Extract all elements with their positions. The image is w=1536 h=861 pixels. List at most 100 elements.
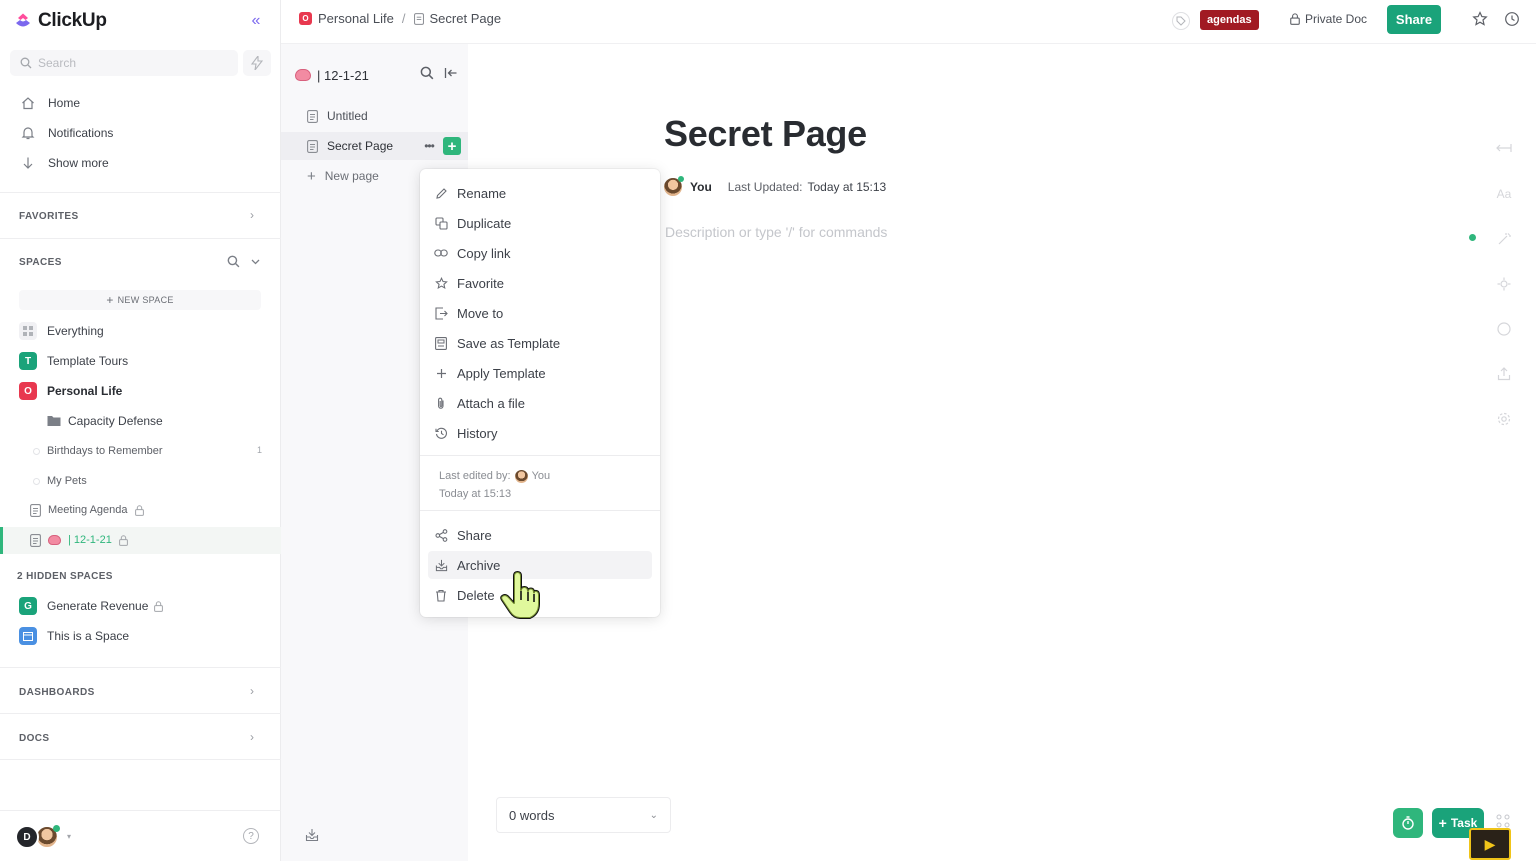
editor-avatar (514, 469, 528, 483)
favorites-header[interactable]: FAVORITES (19, 211, 79, 222)
menu-item-archive[interactable]: Archive (428, 551, 652, 579)
doc-icon (307, 139, 318, 153)
template-icon (434, 336, 448, 350)
hidden-spaces-header[interactable]: 2 HIDDEN SPACES (17, 571, 113, 582)
sidebar-search-input[interactable] (38, 56, 218, 70)
export-icon[interactable] (1494, 364, 1514, 384)
doc-icon (413, 12, 424, 25)
menu-item-delete[interactable]: Delete (428, 581, 652, 609)
space-label: Generate Revenue (47, 599, 149, 613)
typography-icon[interactable]: Aa (1494, 184, 1514, 204)
lock-icon (118, 534, 128, 546)
archive-icon (434, 558, 448, 572)
doc-body-placeholder[interactable]: Description or type '/' for commands (665, 224, 887, 240)
spaces-search-icon[interactable] (227, 255, 240, 268)
dashboards-header[interactable]: DASHBOARDS (19, 687, 95, 698)
breadcrumb-space[interactable]: Personal Life (318, 11, 394, 26)
lock-icon (154, 600, 164, 612)
breadcrumb-page[interactable]: Secret Page (430, 11, 502, 26)
menu-item-apply-template[interactable]: Apply Template (428, 359, 652, 387)
doc-12-1-21[interactable]: | 12-1-21 (30, 530, 128, 550)
space-generate-revenue[interactable]: G Generate Revenue (19, 596, 164, 616)
word-count-dropdown[interactable]: 0 words ⌄ (496, 797, 671, 833)
gear-icon[interactable] (1494, 409, 1514, 429)
chevron-right-icon[interactable]: › (250, 208, 254, 222)
arrow-down-icon (20, 155, 36, 171)
list-count: 1 (257, 445, 263, 455)
menu-item-move-to[interactable]: Move to (428, 299, 652, 327)
chevron-right-icon[interactable]: › (250, 730, 254, 744)
space-this-is-a-space[interactable]: This is a Space (19, 626, 129, 646)
updated-label: Last Updated: (727, 180, 803, 194)
user-avatar[interactable]: D (15, 825, 39, 849)
history-icon[interactable] (1504, 11, 1520, 27)
quick-actions-button[interactable] (243, 50, 271, 76)
menu-item-attach-file[interactable]: Attach a file (428, 389, 652, 417)
spaces-header[interactable]: SPACES (19, 257, 62, 268)
presence-dot (1469, 234, 1476, 241)
collapse-panel-icon[interactable] (444, 66, 458, 80)
space-everything[interactable]: Everything (19, 321, 104, 341)
space-personal-life[interactable]: O Personal Life (19, 381, 122, 401)
width-toggle-icon[interactable] (1494, 138, 1514, 158)
folder-icon (47, 416, 61, 426)
page-title[interactable]: Secret Page (664, 113, 867, 155)
author-name: You (690, 180, 712, 194)
folder-capacity-defense[interactable]: Capacity Defense (47, 411, 163, 431)
tag-icon[interactable] (1172, 12, 1190, 30)
help-icon[interactable]: ? (243, 828, 259, 844)
star-icon[interactable] (1472, 11, 1488, 27)
doc-title-label: | 12-1-21 (317, 67, 369, 83)
tag-badge[interactable]: agendas (1200, 10, 1259, 30)
page-untitled[interactable]: Untitled (281, 102, 468, 130)
privacy-toggle[interactable]: Private Doc (1290, 12, 1367, 26)
space-avatar: O (299, 12, 312, 25)
add-subpage-button[interactable]: + (443, 137, 461, 155)
comment-icon[interactable] (1494, 319, 1514, 339)
space-label: This is a Space (47, 629, 130, 643)
nav-home[interactable]: Home (20, 93, 80, 113)
menu-item-favorite[interactable]: Favorite (428, 269, 652, 297)
grid-icon (19, 322, 37, 340)
space-template-tours[interactable]: T Template Tours (19, 351, 128, 371)
play-video-icon[interactable]: ▶ (1469, 828, 1511, 860)
new-space-label: NEW SPACE (117, 295, 174, 305)
menu-item-share[interactable]: Share (428, 521, 652, 549)
menu-item-save-as-template[interactable]: Save as Template (428, 329, 652, 357)
nav-show-more[interactable]: Show more (20, 153, 109, 173)
menu-item-duplicate[interactable]: Duplicate (428, 209, 652, 237)
menu-item-copy-link[interactable]: Copy link (428, 239, 652, 267)
chevron-down-icon[interactable] (250, 256, 261, 267)
docs-header[interactable]: DOCS (19, 733, 50, 744)
more-options-icon[interactable]: ••• (420, 137, 438, 155)
menu-item-rename[interactable]: Rename (428, 179, 652, 207)
doc-header[interactable]: | 12-1-21 (295, 66, 369, 84)
sidebar-search[interactable] (10, 50, 238, 76)
chevron-right-icon[interactable]: › (250, 684, 254, 698)
menu-item-history[interactable]: History (428, 419, 652, 447)
doc-icon (30, 503, 41, 517)
new-space-button[interactable]: + NEW SPACE (19, 290, 261, 310)
share-button[interactable]: Share (1387, 5, 1441, 34)
archive-icon[interactable] (305, 828, 319, 842)
list-my-pets[interactable]: My Pets (33, 471, 87, 491)
doc-meeting-agenda[interactable]: Meeting Agenda (30, 500, 144, 520)
search-icon[interactable] (420, 66, 434, 80)
plus-icon: + (307, 167, 316, 185)
timer-button[interactable] (1393, 808, 1423, 838)
word-count: 0 words (509, 807, 555, 823)
list-birthdays[interactable]: Birthdays to Remember (33, 441, 163, 461)
list-label: Birthdays to Remember (47, 445, 163, 457)
lock-icon (1290, 13, 1300, 25)
brain-emoji-icon (48, 535, 61, 545)
settings-sparkle-icon[interactable] (1494, 274, 1514, 294)
clickup-logo[interactable]: ClickUp (14, 8, 107, 34)
doc-label: Meeting Agenda (48, 504, 128, 516)
caret-down-icon[interactable]: ▾ (67, 832, 71, 841)
doc-icon (307, 109, 318, 123)
search-icon (20, 57, 32, 69)
nav-notifications[interactable]: Notifications (20, 123, 113, 143)
trash-icon (434, 588, 448, 602)
collapse-sidebar-icon[interactable]: « (246, 12, 266, 30)
magic-wand-icon[interactable] (1494, 229, 1514, 249)
